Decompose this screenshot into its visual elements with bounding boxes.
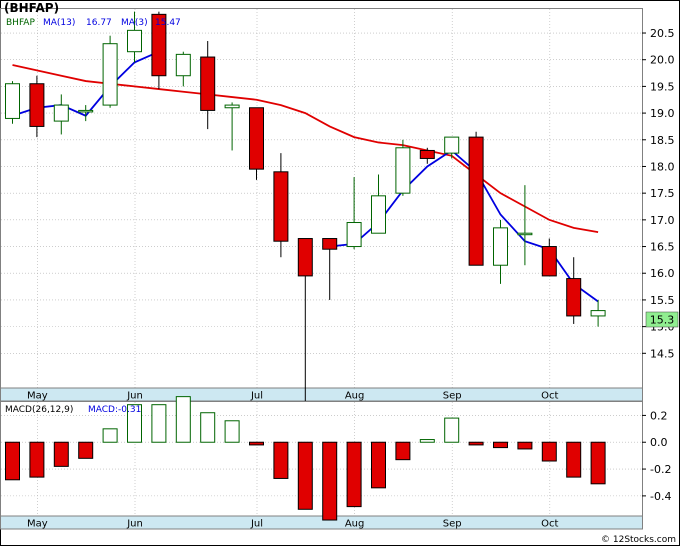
macd-y-tick-label: 0.0 — [650, 436, 668, 449]
macd-x-tick-label: Jul — [250, 519, 263, 530]
macd-bar-negative — [371, 441, 386, 489]
price-y-tick-label: 17.5 — [650, 187, 675, 200]
candle — [102, 35, 118, 108]
macd-bar-negative — [493, 441, 508, 449]
macd-y-tick-label: -0.2 — [650, 463, 671, 476]
macd-x-tick-label: Sep — [443, 519, 462, 530]
macd-x-tick-label: May — [27, 519, 48, 530]
candle-body-up — [53, 104, 69, 122]
legend-ma3-value: 15.47 — [155, 18, 181, 28]
candle-body-up — [371, 195, 386, 234]
candle-body-up — [5, 83, 20, 119]
price-panel — [0, 8, 643, 389]
price-y-tick-label: 18.5 — [650, 134, 675, 147]
macd-bar-positive — [224, 420, 240, 443]
macd-bar-negative — [273, 441, 289, 479]
legend-ticker: BHFAP — [6, 18, 35, 28]
macd-bar-negative — [346, 441, 362, 508]
price-y-tick-label: 19.0 — [650, 107, 675, 120]
candle-body-down — [566, 278, 582, 317]
candle — [395, 139, 411, 196]
macd-bar-negative — [78, 441, 94, 459]
candle-body-down — [297, 238, 313, 277]
candle-body-up — [395, 147, 411, 194]
macd-x-tick-label: Jun — [126, 519, 143, 530]
candle-body-up — [517, 232, 533, 236]
macd-title: MACD(26,12,9) — [5, 405, 73, 415]
macd-y-tick-label: -0.4 — [650, 490, 671, 503]
price-x-tick-label: Jul — [250, 391, 263, 402]
price-x-tick-label: Aug — [345, 391, 365, 402]
price-x-tick-label: Oct — [541, 391, 558, 402]
macd-bar-negative — [517, 441, 533, 450]
watermark: © 12Stocks.com — [601, 535, 676, 545]
candle — [468, 131, 484, 266]
price-y-tick-label: 14.5 — [650, 347, 675, 360]
chart-svg: MayJunJulAugSepOct 14.515.015.516.016.51… — [0, 0, 680, 546]
macd-x-tick-label: Oct — [541, 519, 558, 530]
candle-body-down — [29, 83, 45, 127]
price-y-tick-label: 19.5 — [650, 80, 675, 93]
macd-bar-negative — [395, 441, 411, 461]
macd-bar-negative — [5, 441, 20, 481]
price-y-tick-label: 18.0 — [650, 160, 675, 173]
candle-body-down — [249, 107, 264, 170]
candle-body-up — [127, 29, 142, 53]
macd-bar-positive — [151, 404, 167, 443]
candle — [249, 107, 264, 180]
candle — [5, 81, 20, 124]
candle-body-up — [175, 53, 191, 77]
price-y-tick-label: 17.0 — [650, 214, 675, 227]
candle-body-down — [273, 171, 289, 242]
macd-bar-negative — [590, 441, 606, 485]
candle-body-up — [102, 43, 118, 106]
macd-bar-positive — [175, 396, 191, 443]
macd-bar-positive — [102, 428, 118, 443]
candle-body-down — [322, 238, 338, 250]
candle-body-down — [468, 136, 484, 266]
macd-x-tick-label: Aug — [345, 519, 365, 530]
candle-body-down — [419, 149, 435, 159]
price-x-tick-label: Jun — [126, 391, 143, 402]
macd-value-label: MACD:-0.31 — [88, 405, 141, 415]
price-legend: BHFAP MA(13) 16.77 MA(3) 15.47 — [6, 18, 181, 28]
macd-y-tick-label: 0.2 — [650, 409, 668, 422]
price-y-tick-label: 16.0 — [650, 267, 675, 280]
macd-bar-negative — [297, 441, 313, 510]
candle-body-up — [346, 222, 362, 248]
candle-body-up — [590, 310, 606, 317]
macd-bar-positive — [200, 412, 216, 443]
macd-bar-negative — [322, 441, 338, 521]
macd-bar-negative — [249, 441, 264, 446]
price-x-tick-label: May — [27, 391, 48, 402]
legend-ma3-label: MA(3) — [121, 18, 148, 28]
macd-bar-negative — [468, 441, 484, 446]
candle-body-down — [541, 246, 557, 277]
chart-title: (BHFAP) — [4, 1, 59, 15]
macd-bar-negative — [541, 441, 557, 462]
macd-bar-negative — [566, 441, 582, 478]
macd-bar-negative — [53, 441, 69, 467]
candle-body-up — [78, 109, 94, 113]
candle-body-up — [224, 104, 240, 109]
macd-bar-negative — [29, 441, 45, 478]
candle-body-up — [444, 136, 460, 154]
chart-stage: MayJunJulAugSepOct 14.515.015.516.016.51… — [0, 0, 680, 546]
price-y-tick-label: 20.0 — [650, 54, 675, 67]
macd-bar-positive — [444, 417, 460, 443]
price-y-tick-label: 20.5 — [650, 27, 675, 40]
legend-ma13-value: 16.77 — [86, 18, 112, 28]
candle-body-up — [493, 227, 508, 266]
price-y-tick-label: 15.5 — [650, 294, 675, 307]
candle-body-down — [200, 56, 216, 111]
macd-bar-positive — [419, 439, 435, 443]
legend-ma13-label: MA(13) — [43, 18, 75, 28]
price-y-tick-label: 16.5 — [650, 241, 675, 254]
last-price-label: 15.3 — [650, 314, 675, 327]
price-x-tick-label: Sep — [443, 391, 462, 402]
